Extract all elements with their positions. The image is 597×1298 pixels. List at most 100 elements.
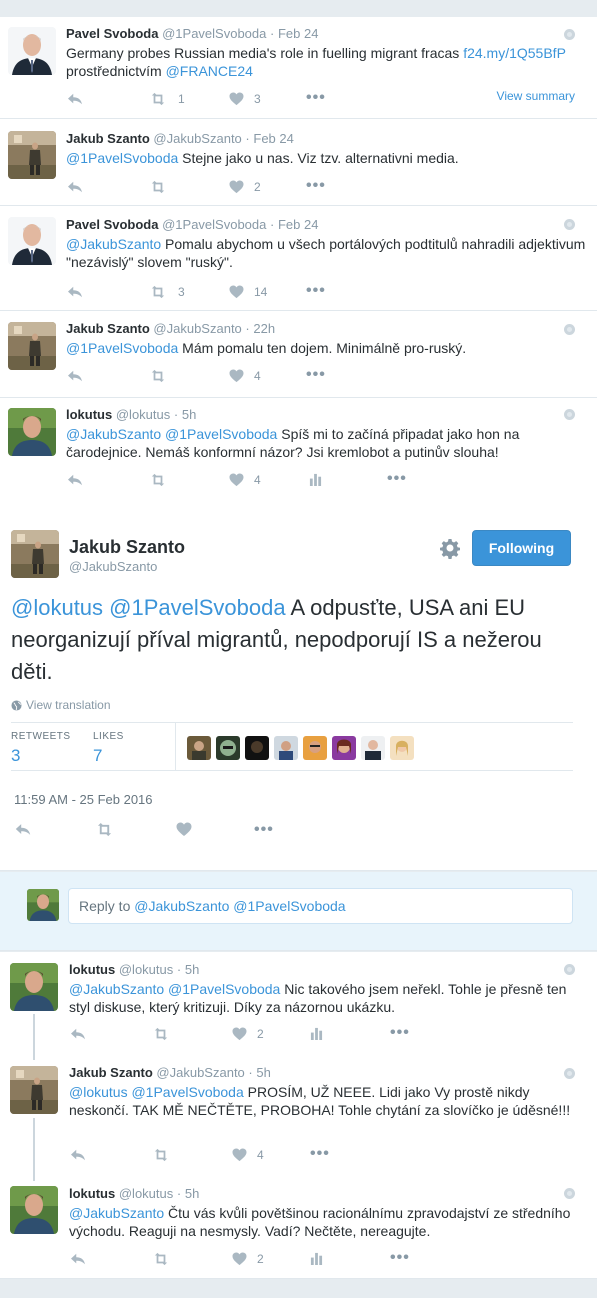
- more-options-icon[interactable]: •••: [390, 1025, 410, 1041]
- tweet-mention[interactable]: @JakubSzanto @1PavelSvoboda: [69, 981, 280, 997]
- tweet[interactable]: Pavel Svoboda @1PavelSvoboda · Feb 24 Ge…: [0, 17, 597, 119]
- tweet-time[interactable]: Feb 24: [253, 131, 293, 146]
- tweet[interactable]: Jakub Szanto @JakubSzanto · 22h @1PavelS…: [0, 312, 597, 398]
- like-button[interactable]: 4: [229, 369, 261, 383]
- permalink-timestamp[interactable]: 11:59 AM - 25 Feb 2016: [14, 792, 153, 807]
- like-button[interactable]: 2: [232, 1252, 264, 1266]
- view-translation-link[interactable]: View translation: [11, 698, 111, 712]
- like-button[interactable]: 14: [229, 285, 267, 299]
- analytics-button[interactable]: [309, 473, 322, 486]
- tweet-username[interactable]: @JakubSzanto: [153, 131, 241, 146]
- more-options-icon[interactable]: •••: [306, 283, 326, 299]
- tweet-mention[interactable]: @1PavelSvoboda: [66, 340, 178, 356]
- analytics-button[interactable]: [310, 1027, 323, 1040]
- reply-button[interactable]: [66, 180, 84, 194]
- liker-avatar[interactable]: [390, 736, 414, 760]
- tweet-mention[interactable]: @JakubSzanto: [66, 236, 161, 252]
- reply-button[interactable]: [66, 473, 84, 487]
- avatar[interactable]: [8, 408, 56, 456]
- tweet-mention[interactable]: @lokutus @1PavelSvoboda: [69, 1084, 244, 1100]
- avatar[interactable]: [10, 1186, 58, 1234]
- like-button[interactable]: 4: [229, 473, 261, 487]
- tweet-mention[interactable]: @FRANCE24: [166, 63, 253, 79]
- tweet-time[interactable]: 5h: [185, 962, 199, 977]
- like-button[interactable]: 2: [232, 1027, 264, 1041]
- tweet-username[interactable]: @lokutus: [116, 407, 170, 422]
- avatar[interactable]: [11, 530, 59, 578]
- reply-tweet[interactable]: Jakub Szanto @JakubSzanto · 5h @lokutus …: [0, 1056, 597, 1172]
- retweet-button[interactable]: [148, 180, 168, 194]
- more-options-icon[interactable]: •••: [306, 178, 326, 194]
- tweet-time[interactable]: Feb 24: [278, 217, 318, 232]
- permalink-mention[interactable]: @lokutus @1PavelSvoboda: [11, 595, 286, 620]
- tweet-fullname[interactable]: Jakub Szanto: [69, 1065, 153, 1080]
- liker-avatar[interactable]: [361, 736, 385, 760]
- tweet-username[interactable]: @JakubSzanto: [156, 1065, 244, 1080]
- like-button[interactable]: 2: [229, 180, 261, 194]
- following-button[interactable]: Following: [472, 530, 571, 566]
- tweet-time[interactable]: 5h: [182, 407, 196, 422]
- reply-input[interactable]: Reply to @JakubSzanto @1PavelSvoboda: [68, 888, 573, 924]
- retweet-button[interactable]: 1: [148, 92, 185, 106]
- tweet-link[interactable]: f24.my/1Q55BfP: [463, 45, 566, 61]
- tweet[interactable]: Jakub Szanto @JakubSzanto · Feb 24 @1Pav…: [0, 120, 597, 206]
- tweet-time[interactable]: 5h: [185, 1186, 199, 1201]
- tweet-fullname[interactable]: Pavel Svoboda: [66, 26, 158, 41]
- avatar[interactable]: [8, 131, 56, 179]
- more-options-icon[interactable]: •••: [390, 1250, 410, 1266]
- tweet-time[interactable]: Feb 24: [278, 26, 318, 41]
- retweet-button[interactable]: [148, 369, 168, 383]
- tweet[interactable]: lokutus @lokutus · 5h @JakubSzanto @1Pav…: [0, 399, 597, 500]
- likes-stat[interactable]: LIKES 7: [93, 731, 124, 766]
- reply-button[interactable]: [66, 369, 84, 383]
- avatar[interactable]: [10, 963, 58, 1011]
- retweets-stat[interactable]: RETWEETS 3: [11, 731, 71, 766]
- tweet-fullname[interactable]: Jakub Szanto: [66, 131, 150, 146]
- retweet-button[interactable]: [151, 1252, 171, 1266]
- retweet-button[interactable]: [148, 473, 168, 487]
- retweet-button[interactable]: [94, 822, 115, 837]
- more-options-icon[interactable]: •••: [387, 471, 407, 487]
- permalink-username[interactable]: @JakubSzanto: [69, 559, 157, 574]
- liker-avatar[interactable]: [274, 736, 298, 760]
- tweet-username[interactable]: @lokutus: [119, 962, 173, 977]
- reply-button[interactable]: [69, 1027, 87, 1041]
- liker-avatar[interactable]: [187, 736, 211, 760]
- avatar[interactable]: [8, 217, 56, 265]
- more-options-icon[interactable]: •••: [306, 90, 326, 106]
- tweet-fullname[interactable]: lokutus: [69, 962, 115, 977]
- tweet-username[interactable]: @1PavelSvoboda: [162, 217, 266, 232]
- reply-button[interactable]: [66, 285, 84, 299]
- reply-button[interactable]: [66, 92, 84, 106]
- retweet-button[interactable]: [151, 1027, 171, 1041]
- liker-avatar[interactable]: [216, 736, 240, 760]
- retweet-button[interactable]: [151, 1148, 171, 1162]
- tweet-fullname[interactable]: lokutus: [66, 407, 112, 422]
- like-button[interactable]: 4: [232, 1148, 264, 1162]
- tweet-username[interactable]: @lokutus: [119, 1186, 173, 1201]
- tweet[interactable]: Pavel Svoboda @1PavelSvoboda · Feb 24 @J…: [0, 207, 597, 311]
- analytics-button[interactable]: [310, 1252, 323, 1265]
- reply-button[interactable]: [14, 822, 32, 837]
- like-button[interactable]: 3: [229, 92, 261, 106]
- more-options-icon[interactable]: •••: [310, 1146, 330, 1162]
- reply-tweet[interactable]: lokutus @lokutus · 5h @JakubSzanto Čtu v…: [0, 1180, 597, 1279]
- liker-avatar[interactable]: [245, 736, 269, 760]
- tweet-fullname[interactable]: Pavel Svoboda: [66, 217, 158, 232]
- view-summary-link[interactable]: View summary: [497, 89, 575, 103]
- liker-avatar[interactable]: [303, 736, 327, 760]
- reply-button[interactable]: [69, 1148, 87, 1162]
- tweet-mention[interactable]: @1PavelSvoboda: [66, 150, 178, 166]
- avatar[interactable]: [8, 27, 56, 75]
- tweet-time[interactable]: 5h: [256, 1065, 270, 1080]
- tweet-fullname[interactable]: Jakub Szanto: [66, 321, 150, 336]
- tweet-mention[interactable]: @JakubSzanto @1PavelSvoboda: [66, 426, 277, 442]
- more-options-icon[interactable]: •••: [306, 367, 326, 383]
- more-options-icon[interactable]: •••: [254, 822, 274, 838]
- retweet-button[interactable]: 3: [148, 285, 185, 299]
- avatar[interactable]: [10, 1066, 58, 1114]
- gear-icon[interactable]: [440, 539, 460, 559]
- liker-avatar[interactable]: [332, 736, 356, 760]
- tweet-time[interactable]: 22h: [253, 321, 275, 336]
- permalink-fullname[interactable]: Jakub Szanto: [69, 537, 185, 558]
